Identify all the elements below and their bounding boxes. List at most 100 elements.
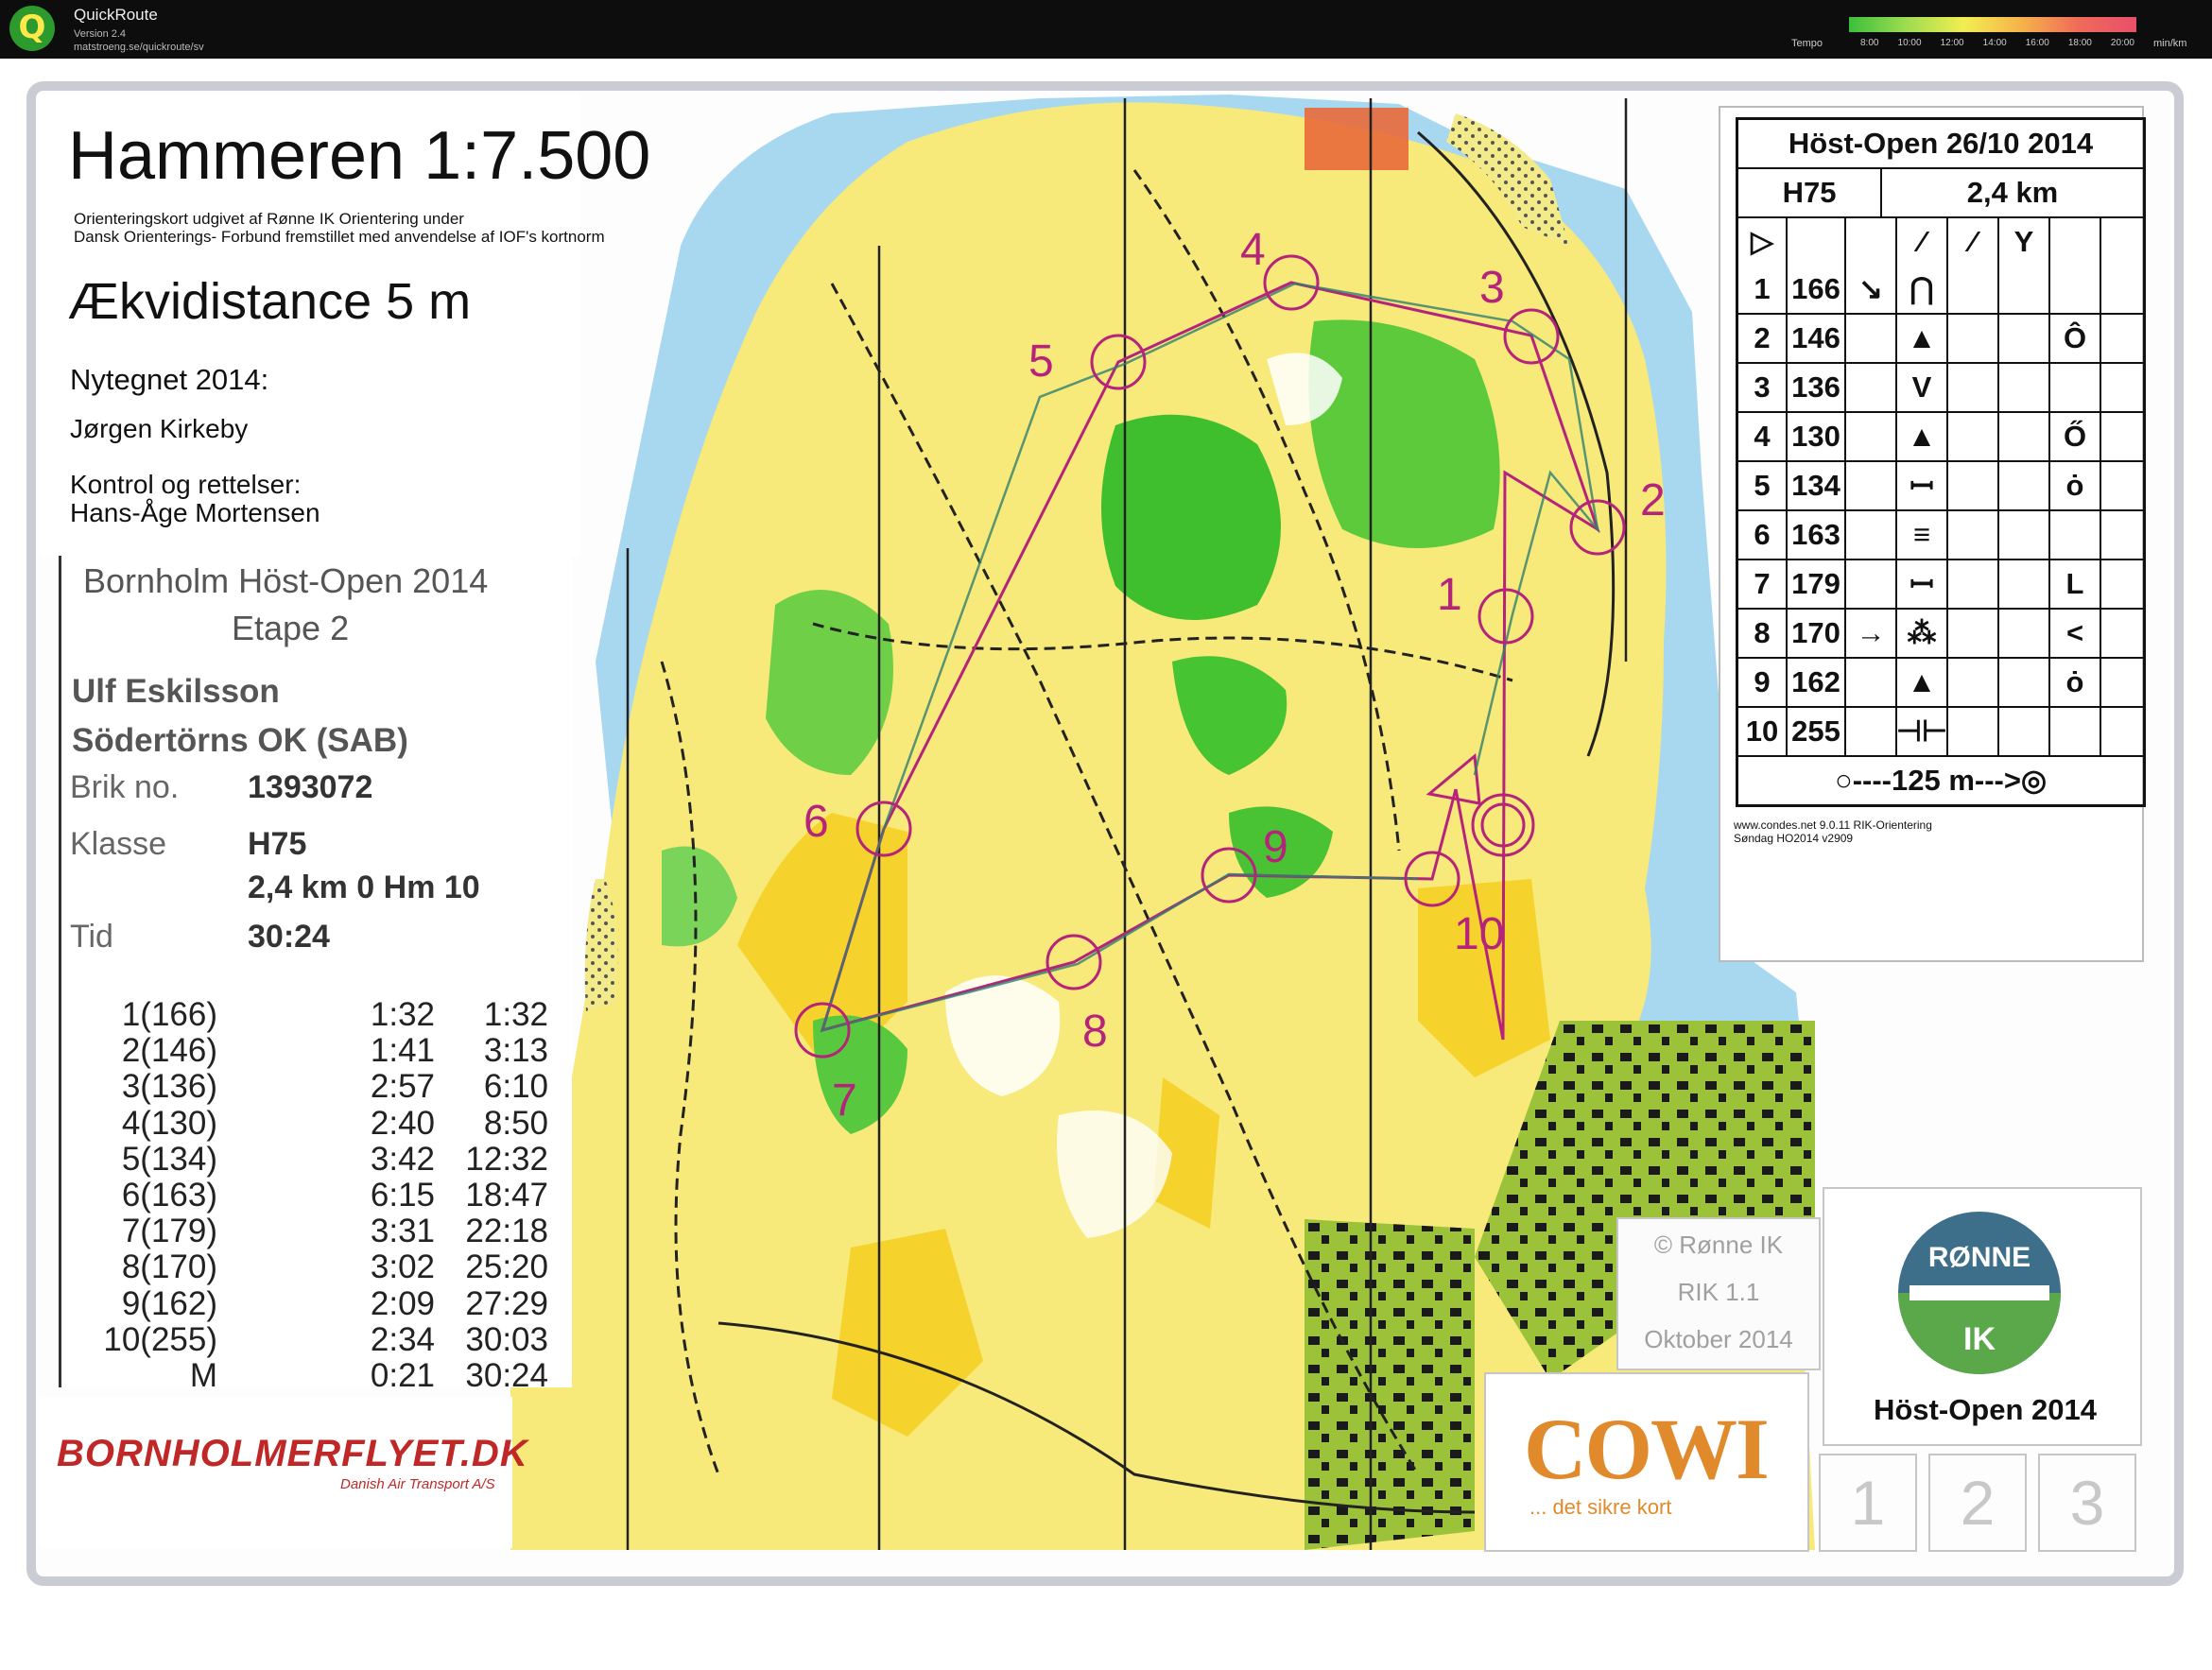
split-control: M xyxy=(189,1356,217,1394)
description-length: 2,4 km xyxy=(1880,169,2143,216)
equidistance: Ækvidistance 5 m xyxy=(68,273,472,330)
bornholmerflyet-tagline: Danish Air Transport A/S xyxy=(340,1476,495,1492)
description-location: L xyxy=(2048,560,2100,608)
split-row: 7(179) 3:31 22:18 xyxy=(71,1213,553,1250)
split-row: 8(170) 3:02 25:20 xyxy=(71,1248,553,1286)
description-event: Höst-Open 26/10 2014 xyxy=(1788,127,2094,160)
description-code: 163 xyxy=(1786,511,1844,559)
split-cumulative: 6:10 xyxy=(483,1068,548,1106)
description-code: 136 xyxy=(1786,364,1844,411)
description-feature: V xyxy=(1895,364,1946,411)
description-class-row: H75 2,4 km xyxy=(1738,167,2143,216)
split-cumulative: 18:47 xyxy=(465,1176,548,1214)
cowi-tagline: ... det sikre kort xyxy=(1529,1495,1672,1519)
description-code: 166 xyxy=(1786,266,1844,313)
control-by: Hans-Åge Mortensen xyxy=(70,498,320,527)
description-control-row: 7 179 ꟷ L xyxy=(1738,559,2143,608)
split-control: 6(163) xyxy=(121,1176,217,1214)
split-cumulative: 22:18 xyxy=(465,1213,548,1250)
description-number: 8 xyxy=(1754,616,1771,649)
description-number: 5 xyxy=(1754,469,1771,502)
description-cell xyxy=(1946,708,1997,755)
control-number: 7 xyxy=(832,1076,857,1126)
description-feature: ▲ xyxy=(1895,659,1946,706)
description-location: ȯ xyxy=(2048,659,2100,706)
description-number: 7 xyxy=(1754,567,1771,600)
result-event: Bornholm Höst-Open 2014 xyxy=(83,561,489,600)
split-cumulative: 1:32 xyxy=(483,996,548,1033)
description-code: 146 xyxy=(1786,315,1844,362)
description-cell xyxy=(1786,218,1844,266)
description-feature: ▲ xyxy=(1895,315,1946,362)
description-control-row: 9 162 ▲ ȯ xyxy=(1738,657,2143,706)
description-direction xyxy=(1844,413,1895,460)
split-cumulative: 25:20 xyxy=(465,1248,548,1286)
description-location xyxy=(2048,708,2100,755)
crossing-icon: ⁄ xyxy=(1895,218,1946,266)
description-code: 162 xyxy=(1786,659,1844,706)
redrawn-by: Jørgen Kirkeby xyxy=(70,414,249,443)
split-row: 5(134) 3:42 12:32 xyxy=(71,1141,553,1178)
brik-label: Brik no. xyxy=(70,769,180,805)
description-feature: ≡ xyxy=(1895,511,1946,559)
start-triangle-icon: ▷ xyxy=(1751,225,1773,258)
description-code: 130 xyxy=(1786,413,1844,460)
description-cell xyxy=(1997,266,2048,313)
description-direction xyxy=(1844,560,1895,608)
control-number: 8 xyxy=(1082,1007,1108,1057)
description-feature: ⊣⊢ xyxy=(1895,708,1947,755)
description-cell xyxy=(2100,511,2143,559)
description-code: 170 xyxy=(1786,610,1844,657)
split-control: 1(166) xyxy=(121,996,217,1033)
description-cell xyxy=(1997,315,2048,362)
description-footer-1: www.condes.net 9.0.11 RIK-Orientering xyxy=(1734,818,1932,832)
description-location: ȯ xyxy=(2048,462,2100,509)
club-logo-bottom: IK xyxy=(1963,1321,1996,1357)
description-header-row: Höst-Open 26/10 2014 xyxy=(1738,120,2143,167)
split-row: 2(146) 1:41 3:13 xyxy=(71,1032,553,1070)
description-direction xyxy=(1844,364,1895,411)
description-cell xyxy=(1997,610,2048,657)
cowi-logo: COWI xyxy=(1524,1401,1770,1497)
description-cell xyxy=(1946,659,1997,706)
map-publisher-line-1: Orienteringskort udgivet af Rønne IK Ori… xyxy=(74,210,464,228)
number-box-3: 3 xyxy=(2038,1454,2136,1552)
split-cumulative: 3:13 xyxy=(483,1032,548,1070)
redrawn-label: Nytegnet 2014: xyxy=(70,363,269,396)
junction-icon: Y xyxy=(1997,218,2048,266)
description-finish-row: ○----125 m--->◎ xyxy=(1738,755,2143,804)
bornholmerflyet-logo: BORNHOLMERFLYET.DK xyxy=(57,1433,528,1474)
split-control: 10(255) xyxy=(103,1320,217,1358)
control-number: 10 xyxy=(1454,909,1504,959)
description-cell xyxy=(1946,315,1997,362)
town-area xyxy=(1305,1219,1475,1550)
split-row: M 0:21 30:24 xyxy=(71,1356,553,1394)
description-cell xyxy=(2100,266,2143,313)
split-row: 3(136) 2:57 6:10 xyxy=(71,1068,553,1106)
description-cell xyxy=(2100,610,2143,657)
description-direction: ↘ xyxy=(1844,266,1895,313)
control-number: 6 xyxy=(804,797,829,847)
split-control: 8(170) xyxy=(121,1248,217,1286)
description-number: 6 xyxy=(1754,518,1771,551)
split-row: 1(166) 1:32 1:32 xyxy=(71,996,553,1033)
credit-date: Oktober 2014 xyxy=(1644,1325,1793,1353)
split-cumulative: 8:50 xyxy=(483,1104,548,1142)
out-of-bounds-area xyxy=(1305,108,1408,170)
control-number: 9 xyxy=(1263,822,1288,872)
description-cell xyxy=(2048,218,2100,266)
description-cell xyxy=(1946,560,1997,608)
description-cell xyxy=(1946,610,1997,657)
description-finish: ○----125 m--->◎ xyxy=(1834,764,2048,797)
description-control-row: 3 136 V xyxy=(1738,362,2143,411)
class-value: H75 xyxy=(248,826,307,862)
split-row: 4(130) 2:40 8:50 xyxy=(71,1104,553,1142)
split-table: 1(166) 1:32 1:32 2(146) 1:41 3:13 3(136) 2:57… xyxy=(71,996,553,1394)
description-cell xyxy=(1844,218,1895,266)
split-control: 4(130) xyxy=(121,1104,217,1142)
description-location: Ô xyxy=(2048,315,2100,362)
split-control: 2(146) xyxy=(121,1032,217,1070)
crossing-icon: ⁄ xyxy=(1946,218,1997,266)
description-cell xyxy=(1946,413,1997,460)
description-feature: ▲ xyxy=(1895,413,1946,460)
